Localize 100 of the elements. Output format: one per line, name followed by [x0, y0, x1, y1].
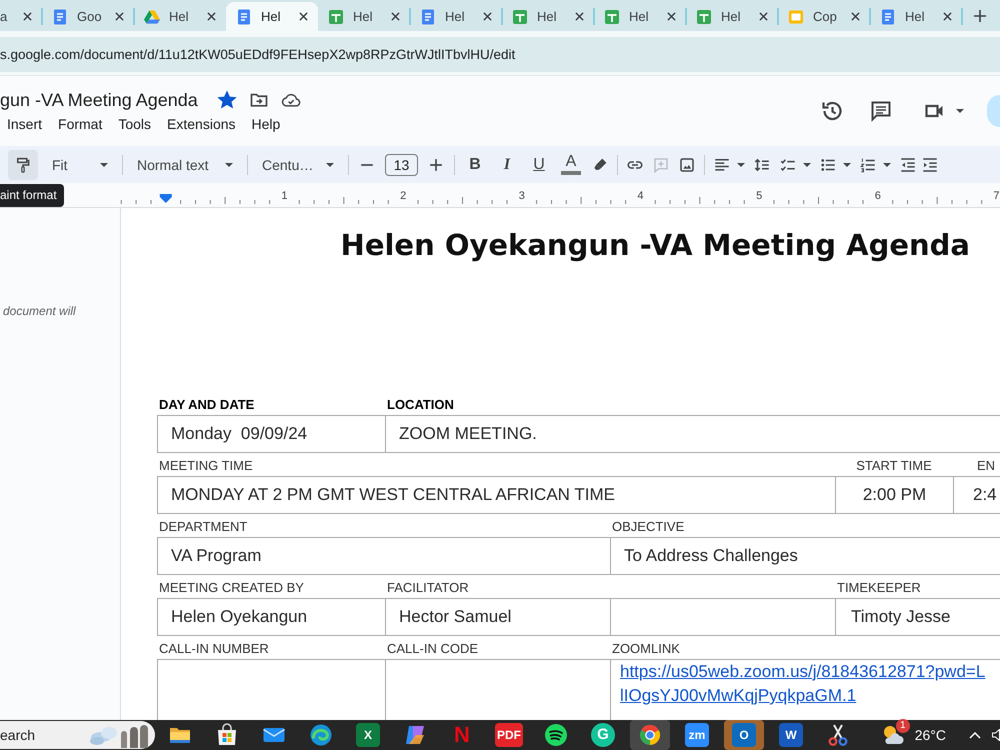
close-icon[interactable]	[943, 12, 952, 21]
browser-circle-icon	[638, 723, 662, 747]
spreadsheet-icon	[604, 8, 620, 24]
knot-icon	[403, 723, 427, 747]
app-logo: W	[779, 723, 803, 747]
browser-tab[interactable]: Hel	[870, 2, 962, 31]
caret-icon[interactable]	[843, 162, 851, 166]
caret-icon[interactable]	[803, 162, 811, 166]
close-icon[interactable]	[299, 12, 308, 21]
app-logo: O	[732, 723, 756, 747]
font-dropdown[interactable]: Centu…	[256, 150, 340, 178]
browser-tab[interactable]: Cop	[778, 2, 870, 31]
browser-tab[interactable]: Hel	[410, 2, 502, 31]
field-label: EN	[976, 457, 996, 475]
table-cell: VA Program	[157, 537, 610, 575]
circle-waves-icon	[544, 723, 568, 747]
decrease-indent-icon[interactable]	[899, 156, 917, 174]
caret-icon[interactable]	[100, 162, 108, 166]
italic-button[interactable]: I	[495, 150, 519, 178]
star-icon[interactable]	[216, 90, 237, 110]
comment-icon[interactable]	[869, 98, 893, 122]
bold-button[interactable]: B	[463, 150, 487, 178]
menu-item[interactable]: Extensions	[167, 116, 236, 132]
numbered-list-dropdown[interactable]	[859, 156, 891, 174]
paint-format-button[interactable]	[8, 150, 38, 180]
taskbar-button[interactable]	[630, 720, 670, 750]
table-cell: MONDAY AT 2 PM GMT WEST CENTRAL AFRICAN TIME	[157, 476, 835, 514]
browser-tab[interactable]: Hel	[318, 2, 410, 31]
menu-item[interactable]: Help	[252, 116, 280, 132]
table-cell: 2:4	[953, 476, 1000, 514]
document-heading: Helen Oyekangun -VA Meeting Agenda	[340, 227, 971, 263]
address-bar[interactable]: s.google.com/document/d/11u12tKW05uEDdf9FEHsepX2wp8RPzGtrWJtlITbvlHU/edit	[0, 37, 1000, 72]
taskbar-button[interactable]: X	[348, 720, 388, 750]
ruler-number: 6	[874, 190, 881, 202]
app-logo: N	[454, 723, 470, 747]
table-cell: To Address Challenges	[610, 537, 1000, 575]
image-icon[interactable]	[678, 156, 696, 174]
text-color-button[interactable]: A	[559, 150, 583, 178]
close-icon[interactable]	[667, 12, 676, 21]
close-icon[interactable]	[851, 12, 860, 21]
text-style-dropdown[interactable]: Normal text	[131, 150, 239, 178]
triangle-logo-icon	[144, 8, 160, 24]
document-icon	[420, 8, 436, 24]
field-label: DEPARTMENT	[158, 518, 248, 536]
field-label: FACILITATOR	[386, 579, 470, 597]
browser-tab[interactable]: Hel	[686, 2, 778, 31]
browser-tab[interactable]: Hel	[502, 2, 594, 31]
meeting-link[interactable]: https://us05web.zoom.us/j/81843612871?pwd=L lIOgsYJ00vMwKqjPyqkpaGM.1	[620, 660, 986, 708]
close-icon[interactable]	[23, 12, 32, 21]
increase-indent-icon[interactable]	[921, 156, 939, 174]
search-field[interactable]: earch	[0, 721, 155, 749]
ruler-number: 1	[281, 190, 288, 202]
clouds-and-statues-icon	[89, 722, 149, 748]
browser-tab[interactable]: a	[0, 2, 42, 31]
caret-icon[interactable]	[326, 162, 334, 166]
speaker-icon[interactable]	[992, 729, 1000, 741]
numbered-list-icon[interactable]	[859, 156, 877, 174]
spreadsheet-icon	[328, 8, 344, 24]
close-icon[interactable]	[759, 12, 768, 21]
font-size-field[interactable]: 13	[385, 154, 418, 176]
caret-icon[interactable]	[225, 162, 233, 166]
field-label: START TIME	[855, 457, 933, 475]
close-icon[interactable]	[207, 12, 216, 21]
menu-item[interactable]: Insert	[7, 116, 42, 132]
table-cell: Monday 09/09/24	[157, 415, 385, 453]
outline-hint-text: document will	[2, 304, 76, 318]
field-label: CALL-IN NUMBER	[158, 640, 270, 658]
field-label: DAY AND DATE	[158, 396, 256, 414]
taskbar-button[interactable]: O	[724, 720, 764, 750]
underline-button[interactable]: U	[527, 150, 551, 178]
indent-marker[interactable]	[160, 194, 172, 203]
field-label: MEETING CREATED BY	[158, 579, 305, 597]
caret-icon[interactable]	[737, 162, 745, 166]
taskbar-button[interactable]: PDF	[489, 720, 529, 750]
taskbar-button[interactable]: W	[771, 720, 811, 750]
chevron-up-icon[interactable]	[969, 732, 981, 738]
menu-item[interactable]: Format	[58, 116, 102, 132]
table-cell: Timoty Jesse	[835, 598, 1000, 636]
close-icon[interactable]	[115, 12, 124, 21]
menu-item[interactable]: Tools	[118, 116, 152, 132]
close-icon[interactable]	[483, 12, 492, 21]
caret-icon[interactable]	[956, 108, 964, 112]
document-title[interactable]: gun -VA Meeting Agenda	[0, 90, 198, 110]
zoom-dropdown[interactable]: Fit	[46, 150, 114, 178]
ruler-number: 2	[400, 190, 406, 202]
temperature-text[interactable]: 26°C	[914, 727, 946, 743]
new-tab-icon[interactable]	[974, 10, 986, 22]
browser-tab[interactable]: Hel	[594, 2, 686, 31]
close-icon[interactable]	[391, 12, 400, 21]
swirl-icon	[309, 723, 333, 747]
browser-tab[interactable]: Hel	[134, 2, 226, 31]
browser-tab[interactable]: Hel	[226, 2, 318, 31]
caret-icon[interactable]	[883, 162, 891, 166]
ruler-number: 4	[637, 190, 644, 202]
browser-tab[interactable]: Goo	[42, 2, 134, 31]
field-label: TIMEKEEPER	[836, 579, 922, 597]
table-cell: ZOOM MEETING.	[385, 415, 1000, 453]
ruler-number: 5	[756, 190, 762, 202]
close-icon[interactable]	[575, 12, 584, 21]
scissors-icon	[826, 723, 850, 747]
